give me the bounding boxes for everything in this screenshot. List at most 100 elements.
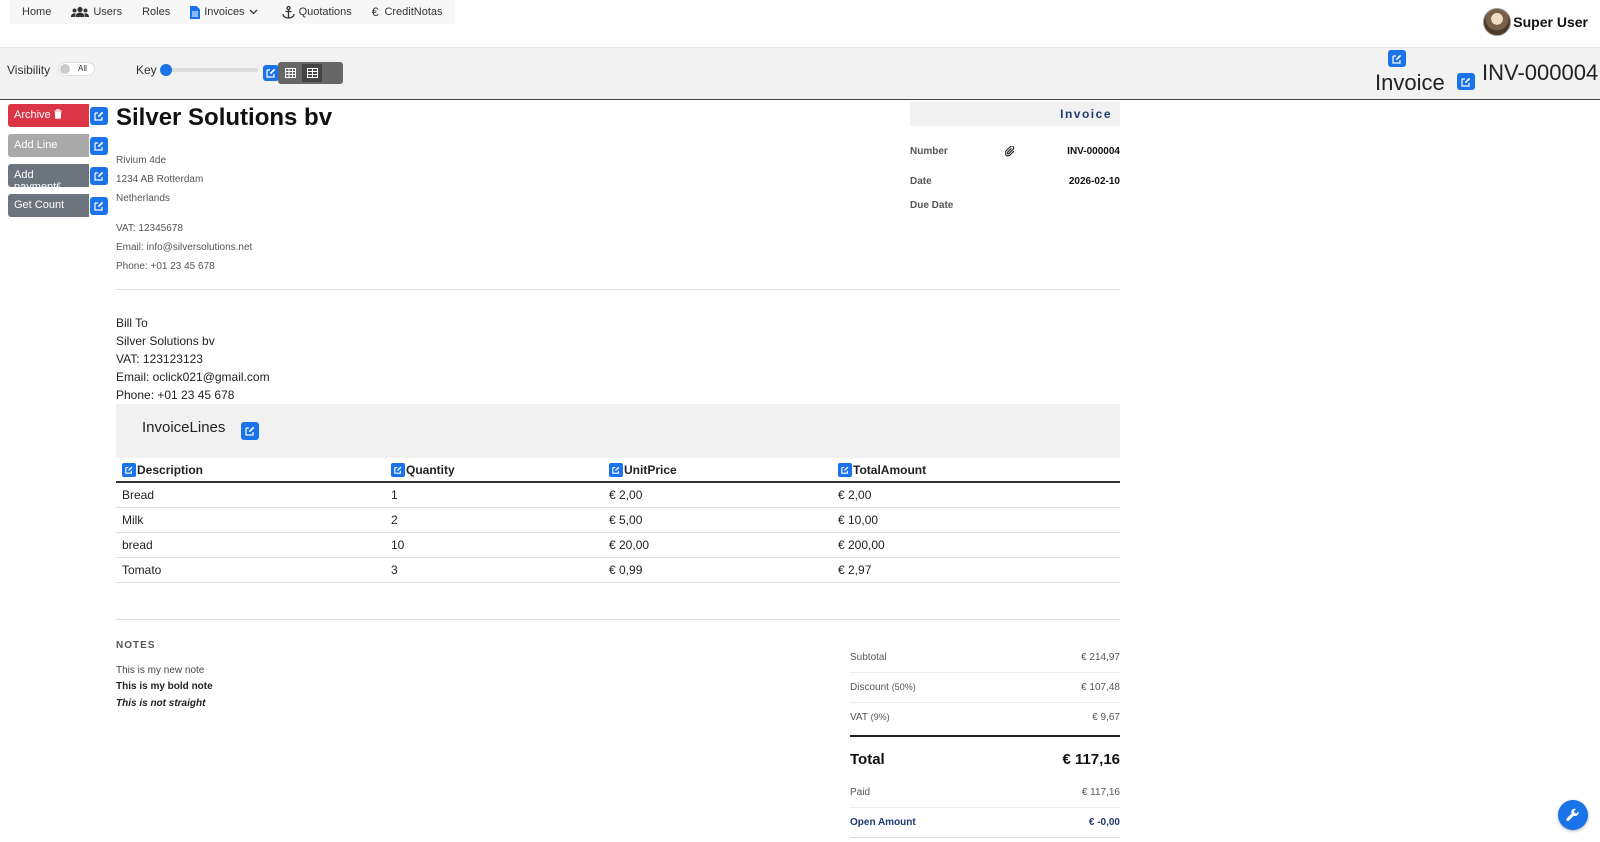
user-name: Super User (1513, 14, 1588, 30)
settings-fab-button[interactable] (1558, 800, 1588, 830)
open-amount-value: € -0,00 (1088, 817, 1120, 828)
notes-title: NOTES (116, 640, 156, 651)
subtotal-row: Subtotal € 214,97 (850, 643, 1120, 673)
paid-row: Paid € 117,16 (850, 778, 1120, 808)
grid-view-button[interactable] (302, 64, 322, 82)
euro-icon: € (56, 181, 62, 191)
get-count-edit-button[interactable] (90, 196, 108, 215)
nav-quotations[interactable]: Quotations (276, 0, 358, 24)
edit-icon (94, 171, 104, 181)
visibility-label: Visibility (7, 63, 51, 77)
view-toggle-group (278, 62, 343, 84)
archive-button[interactable]: Archive (8, 104, 89, 127)
bill-to-phone: Phone: +01 23 45 678 (116, 388, 235, 402)
bill-to-title: Bill To (116, 316, 148, 330)
column-header-quantity[interactable]: Quantity (385, 458, 603, 483)
totalamount-edit-button[interactable] (838, 462, 852, 477)
user-menu[interactable]: Super User (1483, 8, 1588, 36)
table-row[interactable]: Bread 1 € 2,00 € 2,00 (116, 482, 1120, 508)
quantity-edit-button[interactable] (391, 462, 405, 477)
company-street: Rivium 4de (116, 155, 167, 166)
cell-description: bread (116, 532, 385, 558)
cell-description: Tomato (116, 557, 385, 583)
company-country: Netherlands (116, 193, 170, 204)
column-header-label: Quantity (406, 462, 455, 477)
edit-icon (94, 201, 104, 211)
table-row[interactable]: bread 10 € 20,00 € 200,00 (116, 532, 1120, 558)
description-edit-button[interactable] (122, 462, 136, 477)
invoice-lines-header: InvoiceLines (116, 404, 1120, 458)
add-payment-edit-button[interactable] (90, 166, 108, 185)
vat-label: VAT (850, 712, 868, 723)
add-payment-row: Add payment€ (8, 164, 108, 193)
edit-icon (125, 466, 133, 474)
visibility-toggle[interactable]: All (58, 62, 95, 76)
add-line-row: Add Line (8, 134, 108, 157)
note-line-italic: This is not straight (116, 698, 206, 709)
document-icon (190, 5, 201, 19)
key-slider-thumb[interactable] (160, 64, 172, 76)
company-city: 1234 AB Rotterdam (116, 174, 204, 185)
archive-edit-button[interactable] (90, 106, 108, 125)
cell-totalamount: € 2,97 (832, 557, 1120, 583)
edit-icon (841, 466, 849, 474)
company-address: Rivium 4de 1234 AB Rotterdam Netherlands… (116, 151, 252, 276)
trash-icon (53, 109, 62, 119)
add-line-edit-button[interactable] (90, 136, 108, 155)
get-count-button-label: Get Count (14, 199, 65, 211)
add-line-button-label: Add Line (14, 139, 58, 151)
get-count-button[interactable]: Get Count (8, 194, 89, 217)
column-header-unitprice[interactable]: UnitPrice (603, 458, 832, 483)
toolbar-edit-button[interactable] (263, 65, 279, 81)
doc-type-edit-button[interactable] (1388, 50, 1406, 67)
unitprice-edit-button[interactable] (609, 462, 623, 477)
discount-row: Discount (50%) € 107,48 (850, 673, 1120, 703)
cell-description: Bread (116, 482, 385, 508)
main-menu: Home Users Roles Invoices Quotations € C… (10, 0, 455, 24)
edit-icon (394, 466, 402, 474)
edit-icon (1392, 54, 1402, 64)
bill-to-email: Email: oclick021@gmail.com (116, 370, 270, 384)
total-row: Total € 117,16 (850, 735, 1120, 775)
nav-creditnotas[interactable]: € CreditNotas (366, 0, 449, 24)
discount-label: Discount (850, 682, 889, 693)
vat-label-group: VAT (9%) (850, 712, 890, 723)
top-navbar: Home Users Roles Invoices Quotations € C… (0, 0, 1600, 48)
nav-users[interactable]: Users (65, 0, 128, 24)
note-line: This is my new note (116, 665, 205, 676)
table-row[interactable]: Tomato 3 € 0,99 € 2,97 (116, 557, 1120, 583)
nav-home[interactable]: Home (16, 0, 57, 24)
column-header-label: UnitPrice (624, 462, 677, 477)
cell-totalamount: € 2,00 (832, 482, 1120, 508)
add-payment-button[interactable]: Add payment€ (8, 164, 89, 193)
discount-percent: (50%) (891, 682, 916, 692)
nav-roles[interactable]: Roles (136, 0, 176, 24)
paid-label: Paid (850, 787, 871, 798)
invoice-lines-edit-button[interactable] (241, 422, 259, 440)
edit-icon (94, 111, 104, 121)
meta-number-value: INV-000004 (1067, 146, 1120, 157)
column-header-description[interactable]: Description (116, 458, 385, 483)
euro-icon: € (371, 5, 379, 19)
column-header-totalamount[interactable]: TotalAmount (832, 458, 1120, 483)
table-row[interactable]: Milk 2 € 5,00 € 10,00 (116, 507, 1120, 533)
doc-number-edit-button[interactable] (1457, 73, 1475, 90)
add-line-button[interactable]: Add Line (8, 134, 89, 157)
wrench-icon (1566, 808, 1579, 821)
grid-icon (306, 68, 318, 78)
paperclip-icon[interactable] (1004, 145, 1016, 161)
discount-label-group: Discount (50%) (850, 682, 916, 693)
meta-date-label: Date (910, 176, 932, 187)
invoice-lines-title: InvoiceLines (142, 419, 226, 436)
cell-description: Milk (116, 507, 385, 533)
nav-invoices[interactable]: Invoices (184, 0, 267, 24)
document-type-title: Invoice (1375, 70, 1445, 95)
meta-due-label: Due Date (910, 200, 954, 211)
key-slider[interactable] (160, 64, 258, 76)
add-payment-button-label: Add payment (14, 169, 57, 193)
visibility-value: All (78, 64, 87, 73)
divider (116, 289, 1120, 290)
list-view-button[interactable] (280, 64, 300, 82)
cell-unitprice: € 5,00 (603, 507, 832, 533)
cell-quantity: 1 (385, 482, 603, 508)
